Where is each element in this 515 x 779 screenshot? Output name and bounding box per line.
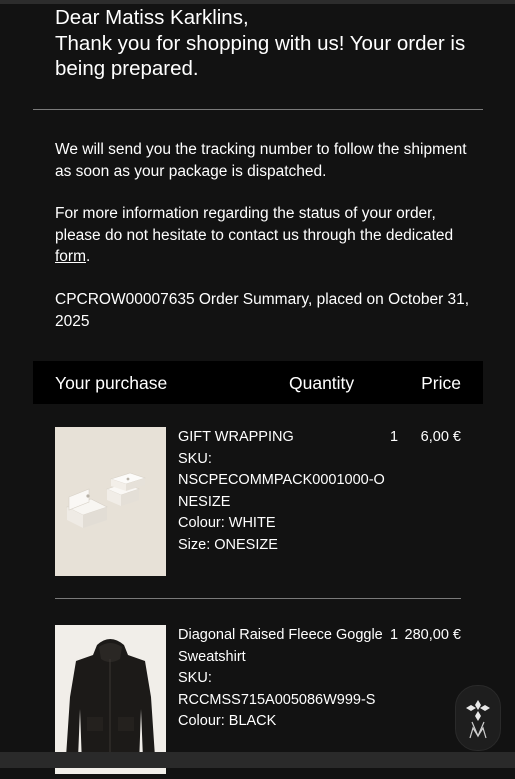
item-quantity: 1 [390, 429, 399, 445]
item-sku: RCCMSS715A005086W999-S [178, 691, 376, 708]
item-name: Diagonal Raised Fleece Goggle Sweatshirt [178, 627, 383, 665]
bottom-edge [0, 752, 515, 768]
section-divider [33, 109, 483, 110]
order-summary: CPCROW00007635 Order Summary, placed on … [55, 291, 470, 330]
contact-form-link[interactable]: form [55, 248, 86, 265]
header-quantity: Quantity [289, 373, 355, 393]
info-text: For more information regarding the statu… [55, 203, 475, 268]
top-edge [0, 0, 515, 4]
item-sku: NSCPECOMMPACK0001000-ONESIZE [178, 472, 385, 510]
tracking-text: We will send you the tracking number to … [55, 141, 467, 180]
item-colour: Colour: BLACK [178, 713, 277, 730]
item-price: 6,00 € [420, 429, 461, 445]
header-purchase: Your purchase [55, 373, 168, 393]
order-table-header: Your purchase Quantity Price [33, 361, 483, 404]
item-size: Size: ONESIZE [178, 536, 278, 553]
item-details: GIFT WRAPPING SKU: NSCPECOMMPACK0001000-… [178, 427, 388, 557]
item-price: 280,00 € [404, 627, 461, 643]
item-sku-label: SKU: [178, 450, 212, 467]
item-divider [55, 598, 461, 599]
product-image-gift-wrapping[interactable] [55, 427, 166, 576]
item-quantity: 1 [390, 627, 399, 643]
brand-monogram-icon [466, 700, 490, 739]
info-text-end: . [86, 248, 91, 265]
item-name: GIFT WRAPPING [178, 429, 294, 445]
greeting-name: Dear Matiss Karklins, [55, 6, 249, 29]
info-text-body: For more information regarding the statu… [55, 205, 454, 244]
item-sku-label: SKU: [178, 670, 212, 687]
greeting-message: Thank you for shopping with us! Your ord… [55, 31, 466, 81]
greeting: Dear Matiss Karklins, Thank you for shop… [55, 5, 475, 82]
brand-floating-button[interactable] [455, 685, 501, 751]
item-colour: Colour: WHITE [178, 515, 276, 532]
item-details: Diagonal Raised Fleece Goggle Sweatshirt… [178, 625, 388, 733]
header-price: Price [421, 373, 461, 393]
